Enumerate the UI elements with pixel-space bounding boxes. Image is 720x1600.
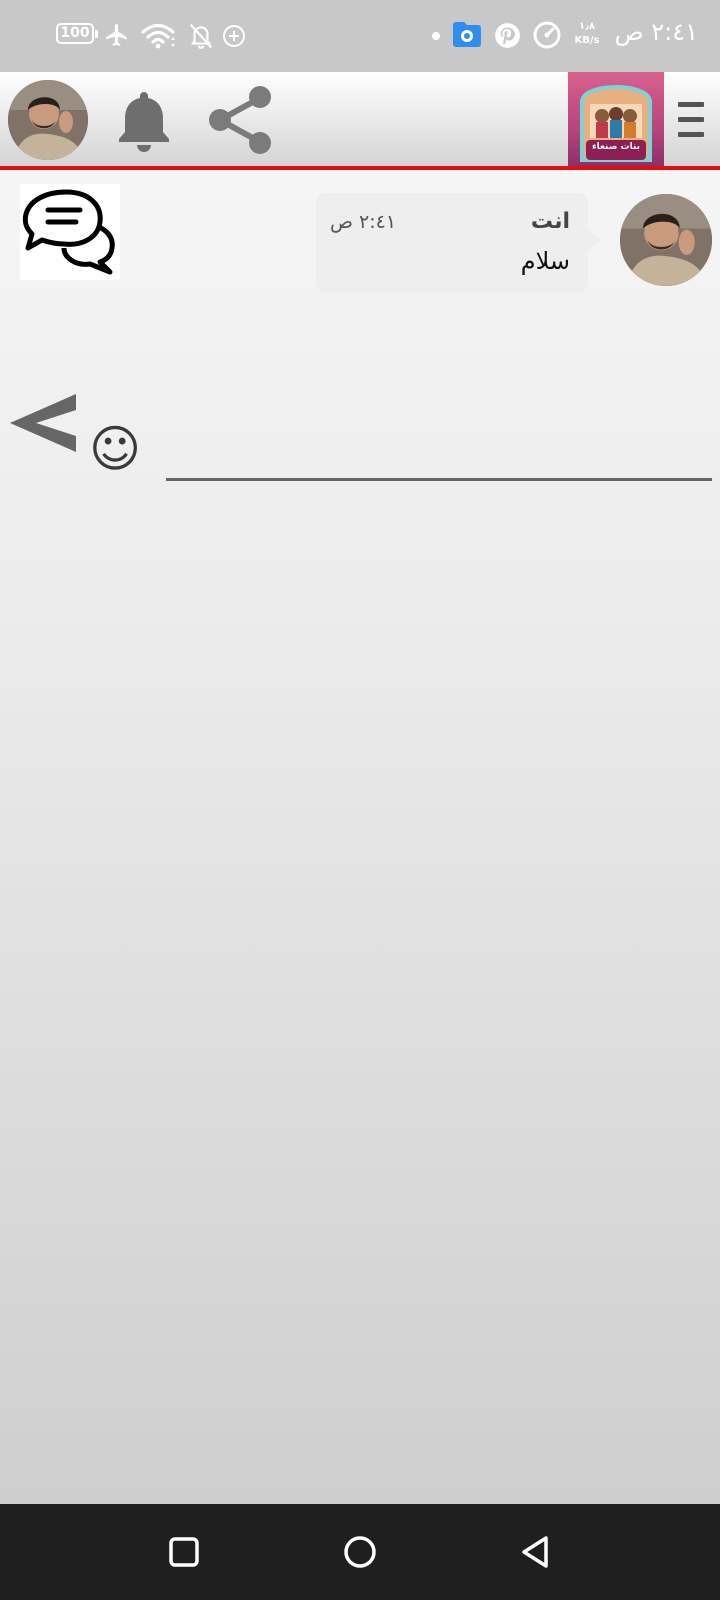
wifi-icon bbox=[141, 23, 175, 49]
timer-icon bbox=[533, 21, 561, 49]
header-divider bbox=[0, 166, 720, 170]
send-icon[interactable] bbox=[8, 392, 78, 454]
notification-dot-icon bbox=[432, 32, 440, 40]
sender-name: انت bbox=[530, 209, 570, 234]
sender-avatar[interactable] bbox=[620, 194, 712, 286]
file-manager-app-icon bbox=[453, 22, 481, 47]
data-saver-icon bbox=[223, 25, 245, 47]
home-button[interactable] bbox=[340, 1532, 380, 1572]
battery-icon: 100 bbox=[56, 23, 98, 44]
message-text: سلام bbox=[520, 247, 570, 275]
app-banner[interactable]: بنات صنعاء bbox=[568, 72, 664, 167]
clock: ٢:٤١ ص bbox=[614, 18, 698, 46]
profile-avatar[interactable] bbox=[8, 80, 88, 160]
back-button[interactable] bbox=[516, 1532, 556, 1572]
hamburger-menu-icon[interactable] bbox=[678, 102, 704, 138]
bubble-tail bbox=[587, 228, 601, 252]
message-time: ٢:٤١ ص bbox=[330, 211, 397, 233]
share-icon[interactable] bbox=[206, 84, 274, 156]
navigation-bar bbox=[0, 1504, 720, 1600]
bell-icon[interactable] bbox=[116, 88, 172, 152]
notifications-off-icon bbox=[190, 24, 212, 49]
pinterest-icon bbox=[495, 23, 520, 48]
battery-level: 100 bbox=[60, 25, 90, 41]
message-input[interactable] bbox=[166, 440, 712, 481]
network-speed-value: ١٫٨ bbox=[579, 21, 595, 32]
recents-button[interactable] bbox=[164, 1532, 204, 1572]
status-bar: 100 ١٫٨ KB/s ٢:٤١ ص bbox=[0, 0, 720, 72]
airplane-mode-icon bbox=[106, 24, 127, 46]
chat-bubbles-icon bbox=[20, 184, 120, 280]
banner-title: بنات صنعاء bbox=[591, 142, 641, 152]
emoji-icon[interactable]: ☺ bbox=[88, 422, 142, 476]
message-bubble[interactable]: انت ٢:٤١ ص سلام bbox=[316, 193, 588, 293]
network-speed-unit: KB/s bbox=[574, 35, 600, 46]
network-speed: ١٫٨ KB/s bbox=[572, 20, 602, 48]
